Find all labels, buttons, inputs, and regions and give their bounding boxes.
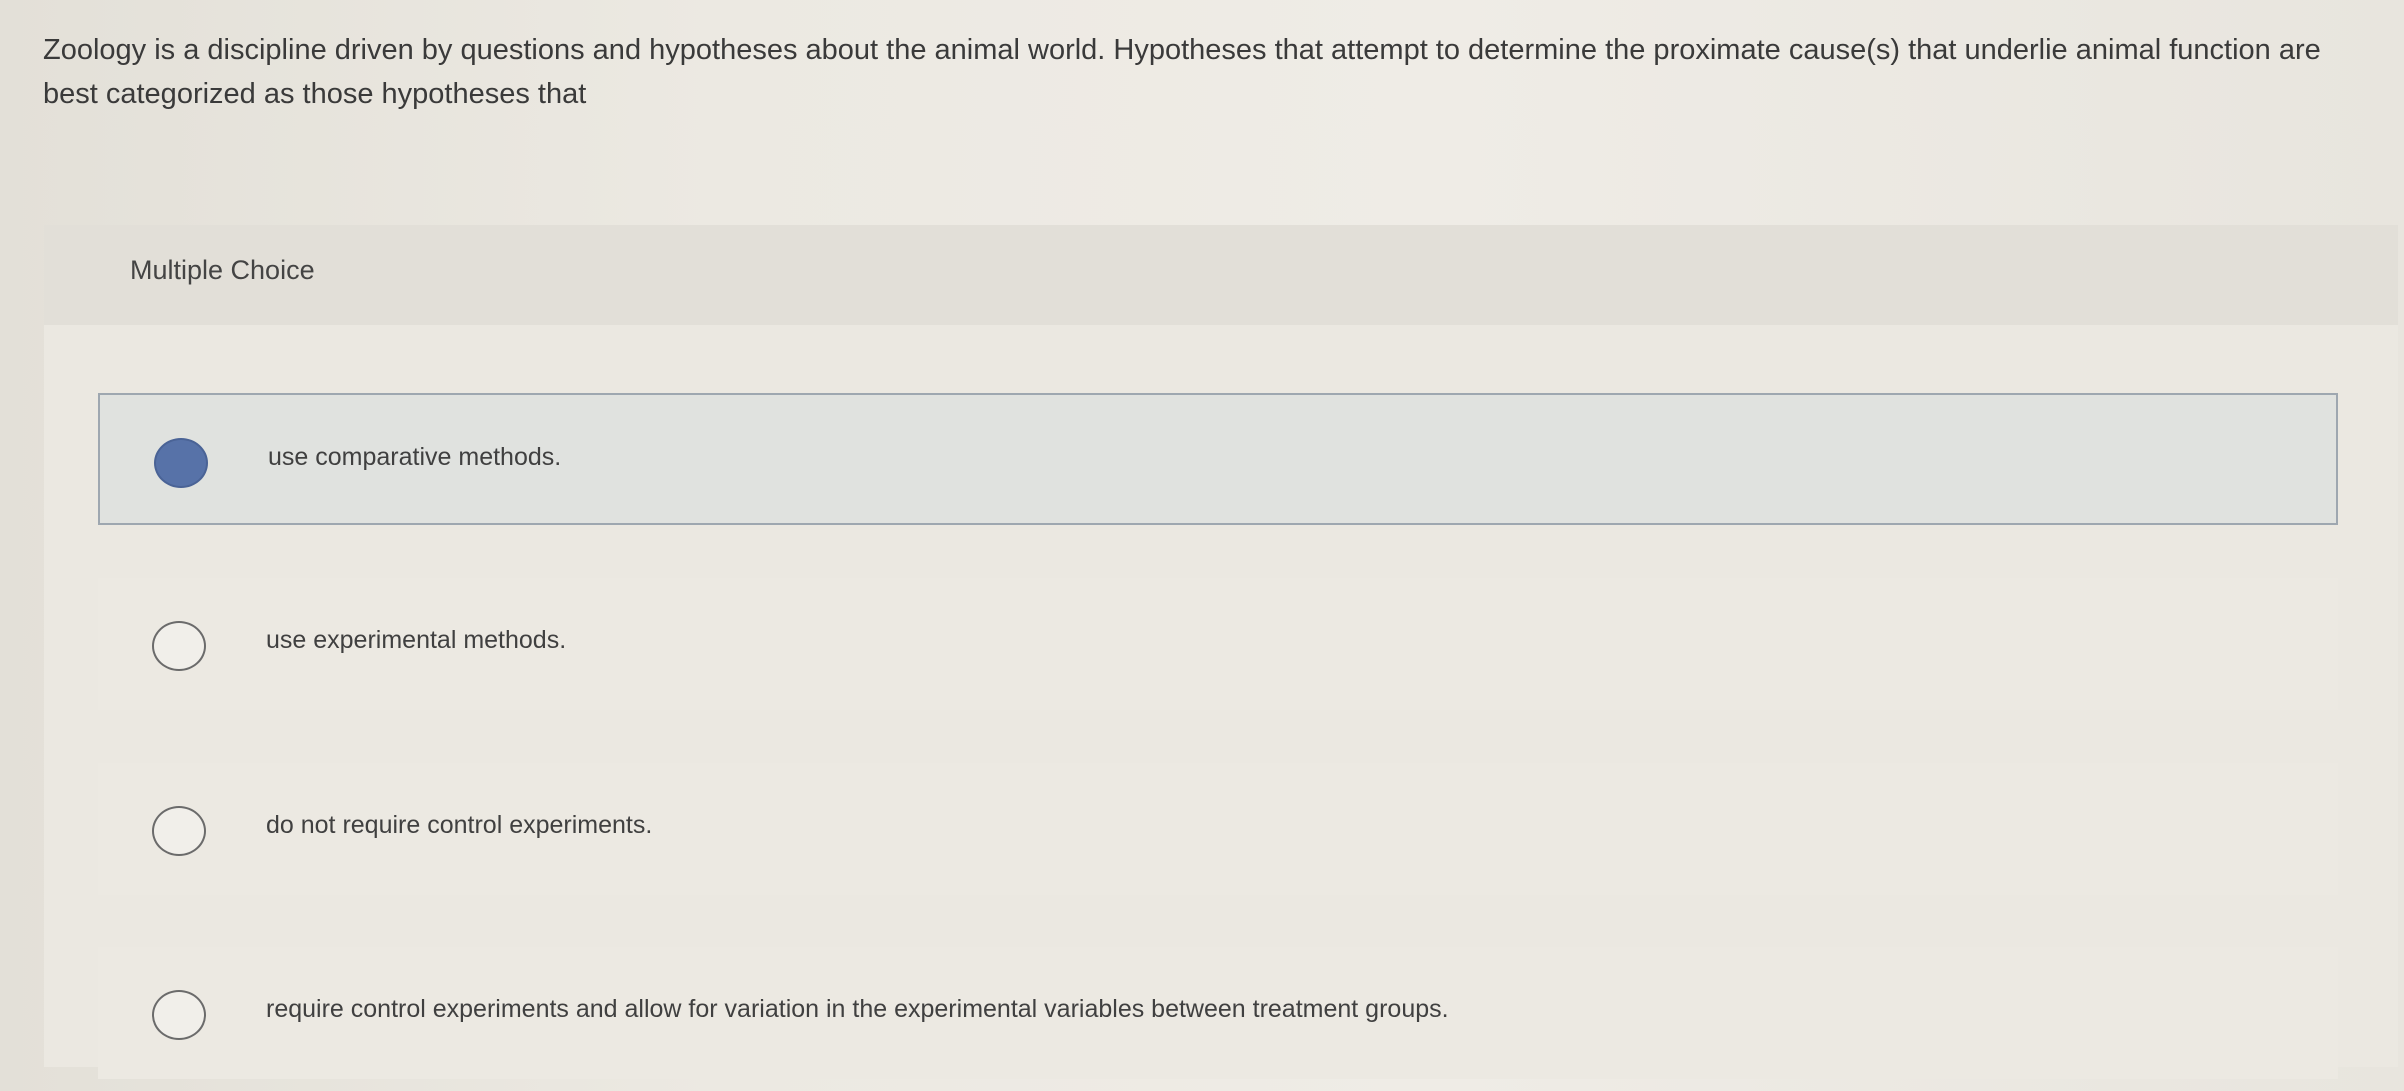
answer-option-label: do not require control experiments. (266, 811, 653, 839)
question-type-label: Multiple Choice (130, 255, 315, 285)
answer-option-b[interactable]: use experimental methods. (98, 578, 2338, 710)
multiple-choice-panel: Multiple Choice use comparative methods.… (44, 225, 2398, 1079)
radio-empty-icon[interactable] (152, 621, 206, 671)
panel-header: Multiple Choice (44, 225, 2398, 325)
question-text: Zoology is a discipline driven by questi… (43, 34, 2321, 110)
answer-option-label: use comparative methods. (268, 443, 562, 471)
radio-empty-icon[interactable] (152, 806, 206, 856)
radio-selected-icon[interactable] (154, 438, 208, 488)
radio-empty-icon[interactable] (152, 990, 206, 1040)
answer-option-a[interactable]: use comparative methods. (98, 393, 2338, 525)
answer-option-label: use experimental methods. (266, 626, 567, 654)
answer-option-c[interactable]: do not require control experiments. (98, 763, 2338, 895)
answer-option-d[interactable]: require control experiments and allow fo… (98, 947, 2338, 1079)
quiz-page: Zoology is a discipline driven by questi… (0, 0, 2404, 1091)
answer-option-label: require control experiments and allow fo… (266, 995, 1449, 1023)
